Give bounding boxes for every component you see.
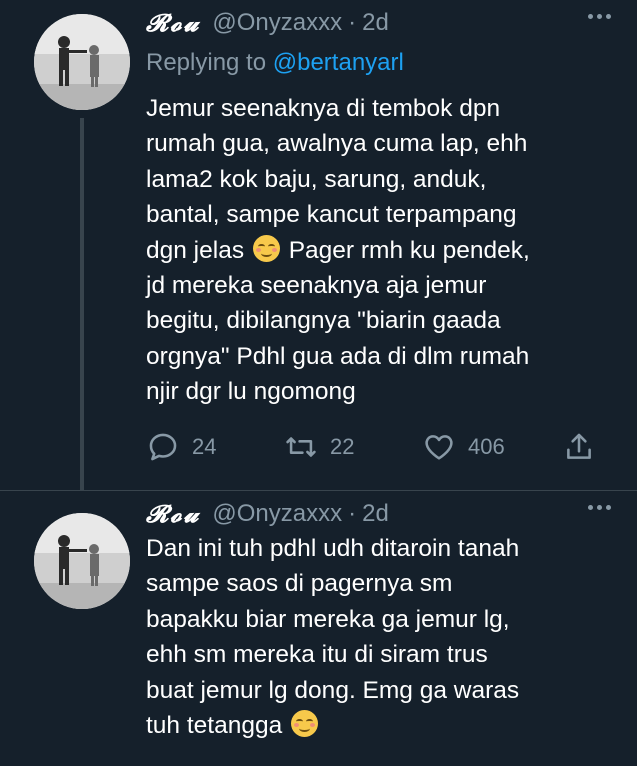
separator-dot: · xyxy=(348,500,357,527)
replying-to-mention[interactable]: @bertanyarl xyxy=(273,49,404,76)
avatar-image xyxy=(34,513,130,609)
tweet-actions: 24 22 406 xyxy=(146,424,606,470)
avatar[interactable] xyxy=(34,513,130,609)
separator-dot: · xyxy=(348,9,357,36)
replying-to-line: Replying to @bertanyarl xyxy=(146,46,404,80)
tweet-header: 𝓡𝓸𝓾 @Onyzaxxx · 2d xyxy=(146,8,389,38)
tweet-text: Jemur seenaknya di tembok dpn rumah gua,… xyxy=(146,91,616,410)
tweet-text-part1: Dan ini tuh pdhl udh ditaroin tanah samp… xyxy=(146,535,520,740)
more-options-icon[interactable] xyxy=(588,505,611,510)
heart-icon xyxy=(425,435,453,460)
tweet-header: 𝓡𝓸𝓾 @Onyzaxxx · 2d xyxy=(146,499,389,529)
timestamp[interactable]: 2d xyxy=(362,8,389,38)
share-icon xyxy=(567,433,591,459)
timestamp[interactable]: 2d xyxy=(362,499,389,529)
reply-button[interactable]: 24 xyxy=(146,424,216,470)
avatar[interactable] xyxy=(34,14,130,110)
smiling-face-emoji xyxy=(291,710,319,738)
reply-count: 24 xyxy=(192,434,217,459)
user-handle[interactable]: @Onyzaxxx xyxy=(212,8,342,38)
smiling-face-emoji xyxy=(252,234,280,262)
like-button[interactable]: 406 xyxy=(422,424,505,470)
retweet-count: 22 xyxy=(330,434,355,459)
user-handle[interactable]: @Onyzaxxx xyxy=(212,499,342,529)
share-button[interactable] xyxy=(562,424,608,470)
thread-connector-line xyxy=(80,118,84,490)
avatar-image xyxy=(34,14,130,110)
tweet[interactable]: 𝓡𝓸𝓾 @Onyzaxxx · 2d Dan ini tuh pdhl udh … xyxy=(0,490,637,766)
tweet[interactable]: 𝓡𝓸𝓾 @Onyzaxxx · 2d Replying to @bertanya… xyxy=(0,0,637,490)
replying-to-label: Replying to xyxy=(146,49,267,76)
tweet-text: Dan ini tuh pdhl udh ditaroin tanah samp… xyxy=(146,531,616,743)
like-count: 406 xyxy=(468,434,505,459)
reply-icon xyxy=(149,433,177,461)
display-name[interactable]: 𝓡𝓸𝓾 xyxy=(146,499,200,529)
retweet-icon xyxy=(286,437,316,457)
display-name[interactable]: 𝓡𝓸𝓾 xyxy=(146,8,200,38)
retweet-button[interactable]: 22 xyxy=(284,424,354,470)
more-options-icon[interactable] xyxy=(588,14,611,19)
